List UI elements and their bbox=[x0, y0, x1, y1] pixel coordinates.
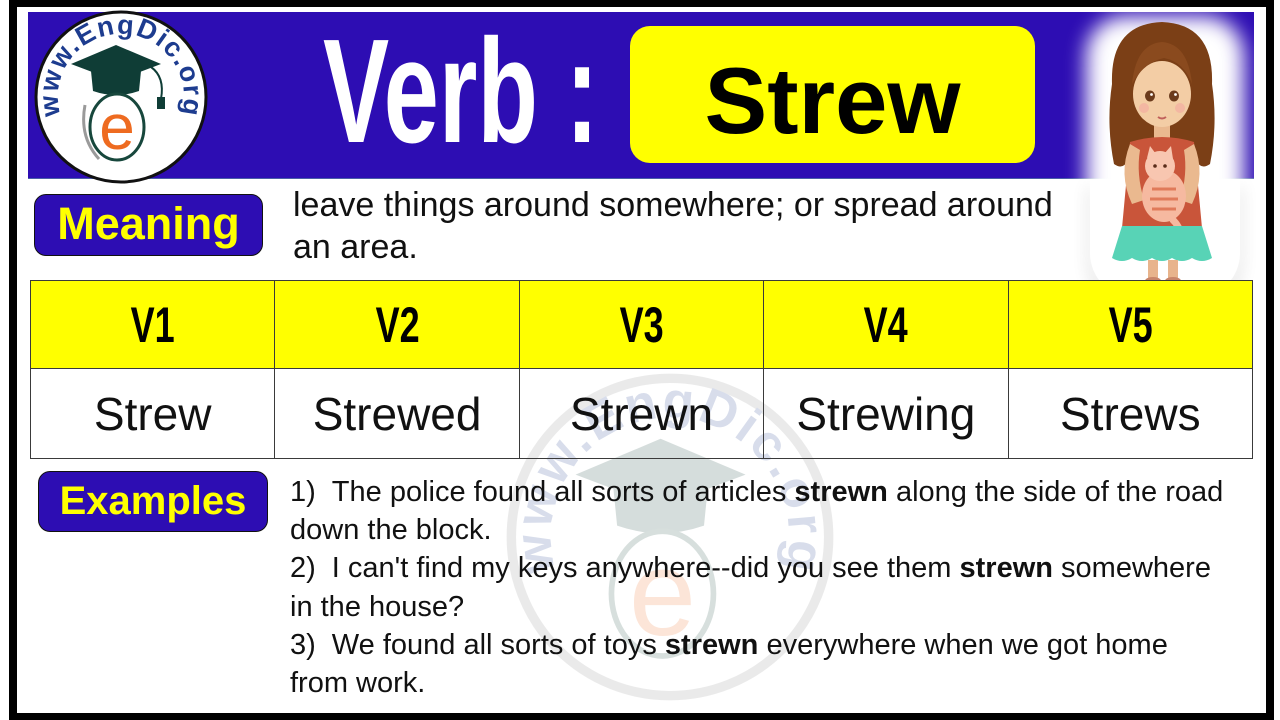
example-item: 2) I can't find my keys anywhere--did you… bbox=[290, 549, 1223, 587]
example-text: We found all sorts of toys bbox=[331, 628, 665, 661]
verb-word: Strew bbox=[704, 48, 961, 153]
form-cell-v3: Strewn bbox=[518, 368, 765, 459]
example-continuation: down the block. bbox=[290, 514, 492, 547]
verb-word-box: Strew bbox=[630, 26, 1035, 163]
engdic-logo: www.EngDic.org e bbox=[33, 10, 208, 184]
meaning-line: leave things around somewhere; or spread… bbox=[293, 186, 1053, 224]
meaning-line: an area. bbox=[293, 228, 418, 266]
form-cell-v4: Strewing bbox=[763, 368, 1009, 459]
header-cell-v1: V1 bbox=[29, 280, 276, 369]
page-title: Verb : bbox=[323, 9, 599, 174]
verb-forms-table: V1 V2 V3 V4 V5 Strew Strewed Strewn Stre… bbox=[29, 280, 1254, 459]
meaning-definition: leave things around somewhere; or spread… bbox=[293, 184, 1053, 268]
table-header-row: V1 V2 V3 V4 V5 bbox=[29, 280, 1254, 369]
example-number: 1) bbox=[290, 476, 316, 508]
header-cell-v5: V5 bbox=[1007, 280, 1254, 369]
header-cell-v4: V4 bbox=[763, 280, 1009, 369]
table-row: Strew Strewed Strewn Strewing Strews bbox=[29, 368, 1254, 459]
example-text: The police found all sorts of articles bbox=[331, 476, 795, 508]
form-cell-v1: Strew bbox=[29, 368, 276, 459]
girl-with-cat-illustration bbox=[1109, 22, 1215, 285]
example-keyword: strewn bbox=[664, 628, 759, 661]
example-continuation: from work. bbox=[290, 667, 426, 700]
example-item: 1) The police found all sorts of articles… bbox=[290, 473, 1223, 511]
example-number: 2) bbox=[290, 552, 316, 585]
example-text: somewhere bbox=[1053, 552, 1211, 585]
form-cell-v2: Strewed bbox=[274, 368, 520, 459]
example-keyword: strewn bbox=[794, 476, 888, 508]
example-keyword: strewn bbox=[959, 552, 1053, 585]
example-item: 3) We found all sorts of toys strewn ever… bbox=[290, 626, 1223, 664]
examples-label: Examples bbox=[38, 471, 268, 532]
header-cell-v3: V3 bbox=[518, 280, 765, 369]
meaning-label: Meaning bbox=[34, 194, 263, 256]
example-text: I can't find my keys anywhere--did you s… bbox=[331, 552, 960, 585]
form-cell-v5: Strews bbox=[1007, 368, 1254, 459]
example-continuation: in the house? bbox=[290, 590, 465, 623]
svg-text:e: e bbox=[99, 91, 135, 163]
example-text: everywhere when we got home bbox=[758, 628, 1168, 661]
examples-list: 1) The police found all sorts of articles… bbox=[290, 473, 1223, 702]
header-cell-v2: V2 bbox=[274, 280, 520, 369]
example-text: along the side of the road bbox=[887, 476, 1224, 508]
example-number: 3) bbox=[290, 628, 316, 661]
